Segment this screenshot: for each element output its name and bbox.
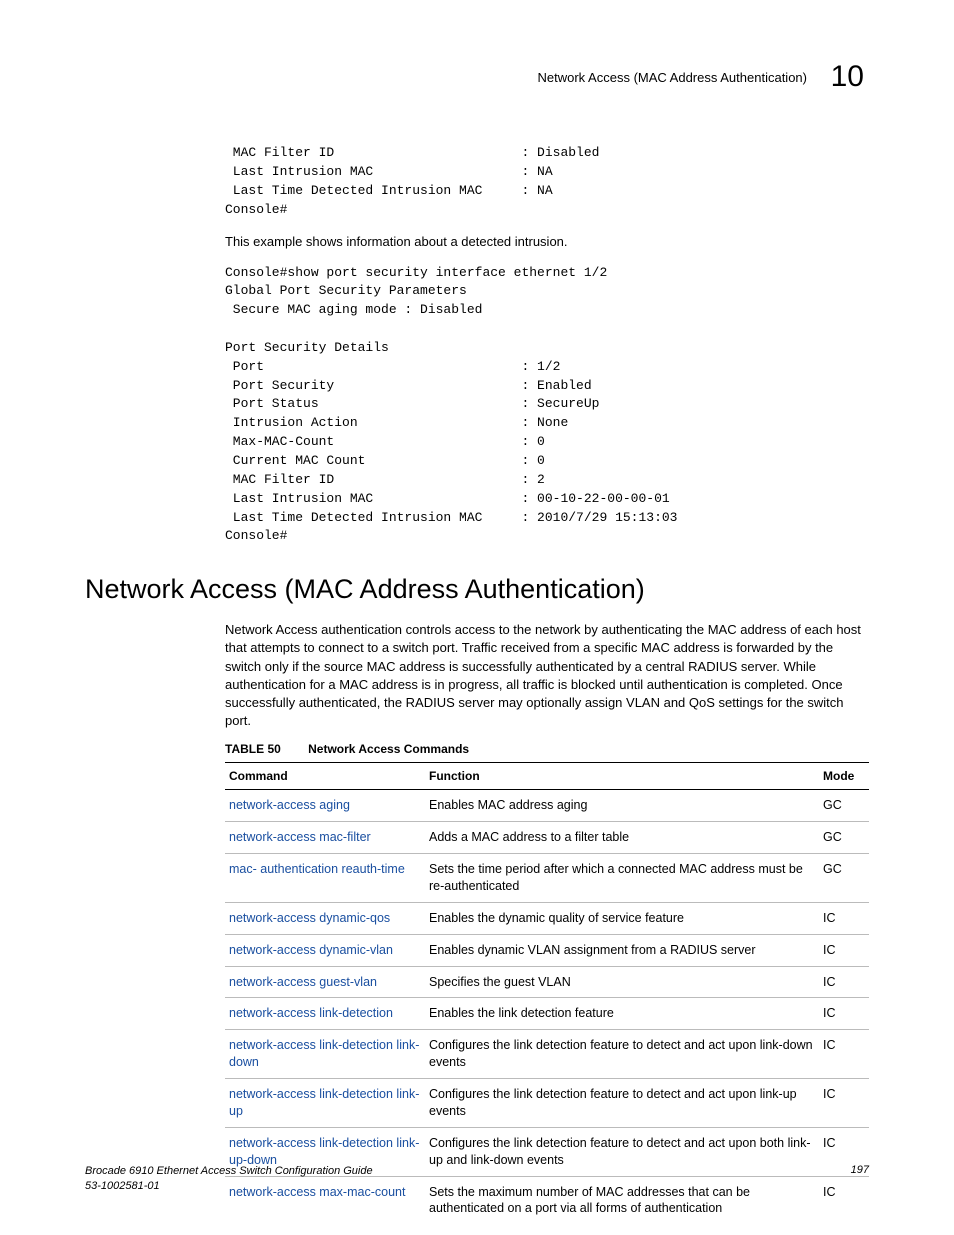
commands-table: Command Function Mode network-access agi… bbox=[225, 762, 869, 1224]
command-link[interactable]: network-access link-detection link-up bbox=[225, 1079, 425, 1128]
command-mode: IC bbox=[819, 966, 869, 998]
command-link[interactable]: mac- authentication reauth-time bbox=[225, 854, 425, 903]
command-function: Configures the link detection feature to… bbox=[425, 1030, 819, 1079]
command-mode: IC bbox=[819, 1079, 869, 1128]
table-row: mac- authentication reauth-timeSets the … bbox=[225, 854, 869, 903]
command-mode: IC bbox=[819, 902, 869, 934]
command-mode: GC bbox=[819, 822, 869, 854]
command-mode: GC bbox=[819, 854, 869, 903]
command-link[interactable]: network-access guest-vlan bbox=[225, 966, 425, 998]
table-row: network-access dynamic-vlanEnables dynam… bbox=[225, 934, 869, 966]
command-function: Adds a MAC address to a filter table bbox=[425, 822, 819, 854]
command-function: Sets the time period after which a conne… bbox=[425, 854, 819, 903]
footer-page-number: 197 bbox=[851, 1164, 869, 1176]
main-content: MAC Filter ID : Disabled Last Intrusion … bbox=[225, 144, 869, 546]
table-header-row: Command Function Mode bbox=[225, 763, 869, 790]
command-mode: GC bbox=[819, 790, 869, 822]
example-intro: This example shows information about a d… bbox=[225, 233, 869, 251]
footer-book-title: Brocade 6910 Ethernet Access Switch Conf… bbox=[85, 1164, 373, 1178]
command-link[interactable]: network-access aging bbox=[225, 790, 425, 822]
command-function: Enables the dynamic quality of service f… bbox=[425, 902, 819, 934]
command-function: Specifies the guest VLAN bbox=[425, 966, 819, 998]
table-row: network-access agingEnables MAC address … bbox=[225, 790, 869, 822]
table-row: network-access link-detection link-upCon… bbox=[225, 1079, 869, 1128]
chapter-number: 10 bbox=[831, 60, 864, 94]
table-row: network-access mac-filterAdds a MAC addr… bbox=[225, 822, 869, 854]
table-row: network-access dynamic-qosEnables the dy… bbox=[225, 902, 869, 934]
footer-doc-number: 53-1002581-01 bbox=[85, 1179, 373, 1193]
command-function: Enables MAC address aging bbox=[425, 790, 819, 822]
page-footer: Brocade 6910 Ethernet Access Switch Conf… bbox=[85, 1164, 869, 1193]
command-mode: IC bbox=[819, 998, 869, 1030]
col-command: Command bbox=[225, 763, 425, 790]
command-link[interactable]: network-access link-detection link-down bbox=[225, 1030, 425, 1079]
col-function: Function bbox=[425, 763, 819, 790]
table-row: network-access guest-vlanSpecifies the g… bbox=[225, 966, 869, 998]
command-mode: IC bbox=[819, 934, 869, 966]
code-block-1: MAC Filter ID : Disabled Last Intrusion … bbox=[225, 144, 869, 219]
command-link[interactable]: network-access link-detection bbox=[225, 998, 425, 1030]
header-title: Network Access (MAC Address Authenticati… bbox=[537, 70, 807, 85]
page-header: Network Access (MAC Address Authenticati… bbox=[85, 60, 869, 94]
section-heading: Network Access (MAC Address Authenticati… bbox=[85, 574, 869, 605]
table-title: Network Access Commands bbox=[308, 742, 469, 756]
command-link[interactable]: network-access mac-filter bbox=[225, 822, 425, 854]
col-mode: Mode bbox=[819, 763, 869, 790]
command-link[interactable]: network-access dynamic-vlan bbox=[225, 934, 425, 966]
command-link[interactable]: network-access dynamic-qos bbox=[225, 902, 425, 934]
code-block-2: Console#show port security interface eth… bbox=[225, 264, 869, 547]
command-mode: IC bbox=[819, 1030, 869, 1079]
command-function: Configures the link detection feature to… bbox=[425, 1079, 819, 1128]
command-function: Enables the link detection feature bbox=[425, 998, 819, 1030]
command-function: Enables dynamic VLAN assignment from a R… bbox=[425, 934, 819, 966]
table-row: network-access link-detectionEnables the… bbox=[225, 998, 869, 1030]
table-caption: TABLE 50 Network Access Commands bbox=[225, 742, 869, 756]
section-body: Network Access authentication controls a… bbox=[225, 621, 869, 730]
table-row: network-access link-detection link-downC… bbox=[225, 1030, 869, 1079]
section-content: Network Access authentication controls a… bbox=[225, 621, 869, 1224]
table-label: TABLE 50 bbox=[225, 742, 281, 756]
